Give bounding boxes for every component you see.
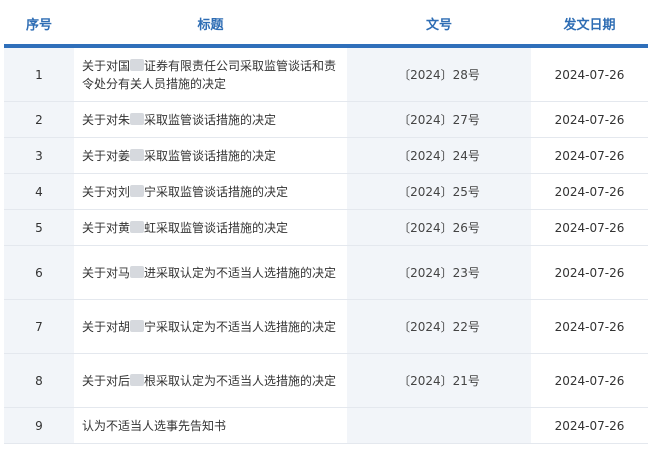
table-row[interactable]: 5 关于对黄 虹采取监管谈话措施的决定 〔2024〕26号 2024-07-26 (4, 210, 648, 246)
row-title-text: 关于对朱 采取监管谈话措施的决定 (82, 112, 277, 127)
row-index: 5 (4, 210, 74, 245)
row-doc-number: 〔2024〕23号 (347, 246, 531, 299)
table-row[interactable]: 3 关于对姜 采取监管谈话措施的决定 〔2024〕24号 2024-07-26 (4, 138, 648, 174)
row-title-link[interactable]: 关于对马 进采取认定为不适当人选措施的决定 (74, 246, 347, 299)
row-title-link[interactable]: 关于对朱 采取监管谈话措施的决定 (74, 102, 347, 137)
row-title-text: 认为不适当人选事先告知书 (82, 418, 227, 433)
row-index: 8 (4, 354, 74, 407)
row-title-link[interactable]: 关于对刘 宁采取监管谈话措施的决定 (74, 174, 347, 209)
redacted-block (130, 220, 145, 233)
row-title-link[interactable]: 关于对后 根采取认定为不适当人选措施的决定 (74, 354, 347, 407)
table-header: 序号 标题 文号 发文日期 (4, 2, 648, 48)
row-date: 2024-07-26 (531, 174, 648, 209)
row-date: 2024-07-26 (531, 408, 648, 443)
row-doc-number: 〔2024〕21号 (347, 354, 531, 407)
row-date: 2024-07-26 (531, 300, 648, 353)
header-doc-number: 文号 (425, 17, 452, 33)
row-doc-number: 〔2024〕24号 (347, 138, 531, 173)
table-row[interactable]: 9 认为不适当人选事先告知书 2024-07-26 (4, 408, 648, 444)
row-title-text: 关于对黄 虹采取监管谈话措施的决定 (82, 220, 289, 235)
row-date: 2024-07-26 (531, 102, 648, 137)
header-index: 序号 (25, 17, 52, 33)
row-doc-number: 〔2024〕22号 (347, 300, 531, 353)
row-title-text: 关于对马 进采取认定为不适当人选措施的决定 (82, 265, 337, 280)
row-title-link[interactable]: 关于对胡 宁采取认定为不适当人选措施的决定 (74, 300, 347, 353)
row-doc-number: 〔2024〕27号 (347, 102, 531, 137)
table-row[interactable]: 6 关于对马 进采取认定为不适当人选措施的决定 〔2024〕23号 2024-07-26 (4, 246, 648, 300)
row-title-link[interactable]: 关于对国 证券有限责任公司采取监管谈话和责令处分有关人员措施的决定 (74, 48, 347, 101)
redacted-block (130, 58, 145, 71)
row-date: 2024-07-26 (531, 138, 648, 173)
row-title-text: 关于对刘 宁采取监管谈话措施的决定 (82, 184, 289, 199)
redacted-block (130, 112, 145, 125)
row-date: 2024-07-26 (531, 246, 648, 299)
row-doc-number: 〔2024〕28号 (347, 48, 531, 101)
row-title-text: 关于对后 根采取认定为不适当人选措施的决定 (82, 373, 337, 388)
table-row[interactable]: 2 关于对朱 采取监管谈话措施的决定 〔2024〕27号 2024-07-26 (4, 102, 648, 138)
row-index: 1 (4, 48, 74, 101)
redacted-block (130, 148, 145, 161)
table-row[interactable]: 1 关于对国 证券有限责任公司采取监管谈话和责令处分有关人员措施的决定 〔2024〕2… (4, 48, 648, 102)
row-date: 2024-07-26 (531, 354, 648, 407)
header-date: 发文日期 (563, 17, 616, 33)
row-title-text: 关于对姜 采取监管谈话措施的决定 (82, 148, 277, 163)
row-doc-number: 〔2024〕26号 (347, 210, 531, 245)
table-row[interactable]: 7 关于对胡 宁采取认定为不适当人选措施的决定 〔2024〕22号 2024-07-26 (4, 300, 648, 354)
row-title-text: 关于对国 证券有限责任公司采取监管谈话和责令处分有关人员措施的决定 (82, 58, 337, 91)
document-table: 序号 标题 文号 发文日期 1 关于对国 证券有限责任公司采取监管谈话和责令处分有关… (4, 2, 648, 444)
row-title-text: 关于对胡 宁采取认定为不适当人选措施的决定 (82, 319, 337, 334)
row-doc-number (347, 408, 531, 443)
redacted-block (130, 265, 145, 278)
row-date: 2024-07-26 (531, 48, 648, 101)
row-index: 6 (4, 246, 74, 299)
row-index: 3 (4, 138, 74, 173)
header-title: 标题 (197, 17, 224, 33)
row-index: 2 (4, 102, 74, 137)
row-index: 7 (4, 300, 74, 353)
row-title-link[interactable]: 关于对黄 虹采取监管谈话措施的决定 (74, 210, 347, 245)
redacted-block (130, 319, 145, 332)
row-title-link[interactable]: 认为不适当人选事先告知书 (74, 408, 347, 443)
row-title-link[interactable]: 关于对姜 采取监管谈话措施的决定 (74, 138, 347, 173)
row-index: 9 (4, 408, 74, 443)
table-body: 1 关于对国 证券有限责任公司采取监管谈话和责令处分有关人员措施的决定 〔2024〕2… (4, 48, 648, 444)
table-row[interactable]: 4 关于对刘 宁采取监管谈话措施的决定 〔2024〕25号 2024-07-26 (4, 174, 648, 210)
row-doc-number: 〔2024〕25号 (347, 174, 531, 209)
row-date: 2024-07-26 (531, 210, 648, 245)
redacted-block (130, 184, 145, 197)
table-row[interactable]: 8 关于对后 根采取认定为不适当人选措施的决定 〔2024〕21号 2024-07-26 (4, 354, 648, 408)
redacted-block (130, 373, 145, 386)
row-index: 4 (4, 174, 74, 209)
